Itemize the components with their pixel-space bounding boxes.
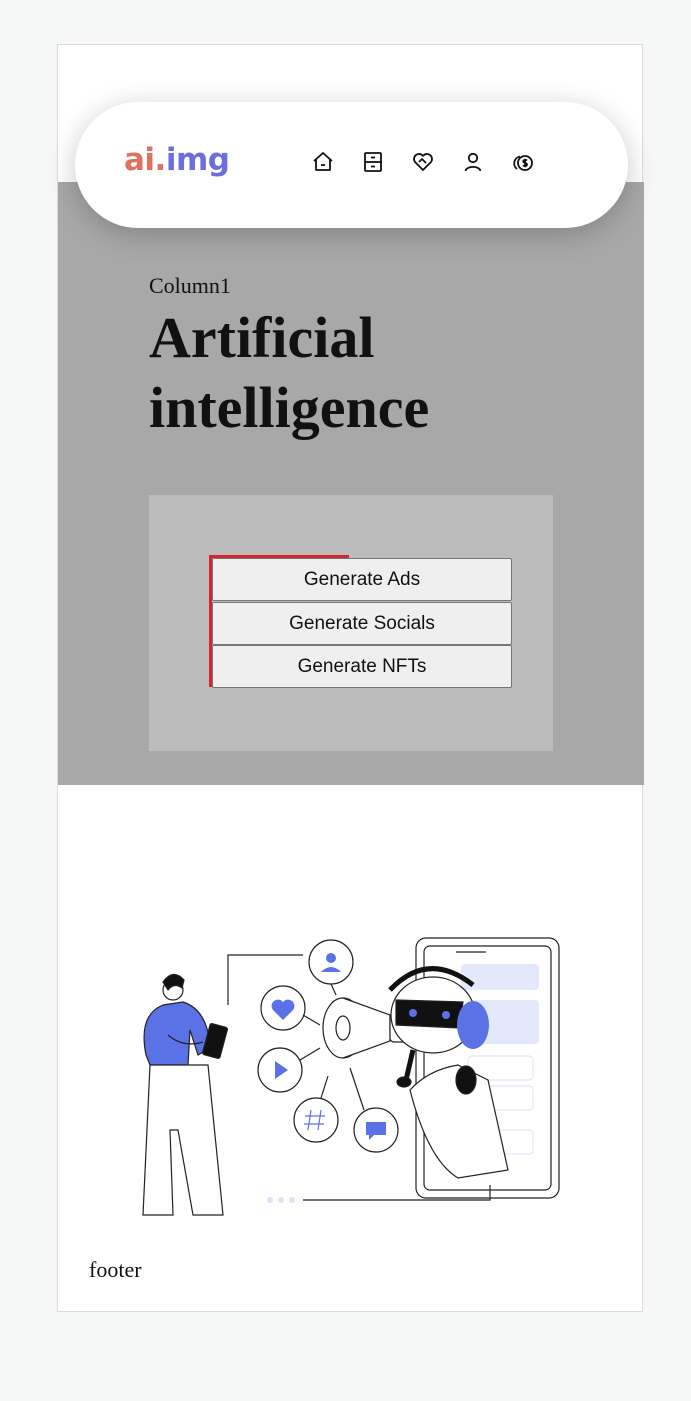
footer-text: footer <box>89 1257 142 1282</box>
generate-nfts-button[interactable]: Generate NFTs <box>212 645 512 688</box>
archive-icon[interactable] <box>361 150 385 174</box>
hero-headline: Artificial intelligence <box>149 305 430 440</box>
user-icon[interactable] <box>461 150 485 174</box>
ai-marketing-illustration <box>128 930 568 1230</box>
nav-icons <box>311 150 535 174</box>
logo[interactable]: ai.img <box>124 142 230 178</box>
action-panel: Generate Ads Generate Socials Generate N… <box>149 495 553 751</box>
logo-img-text: img <box>165 142 230 178</box>
generate-socials-button[interactable]: Generate Socials <box>212 602 512 645</box>
home-icon[interactable] <box>311 150 335 174</box>
top-navigation: ai.img <box>75 102 628 228</box>
generate-ads-button[interactable]: Generate Ads <box>212 558 512 601</box>
coins-icon[interactable] <box>511 150 535 174</box>
page-card: Column1 Artificial intelligence Generate… <box>57 44 644 1312</box>
heart-handshake-icon[interactable] <box>411 150 435 174</box>
column-label: Column1 <box>149 273 231 298</box>
logo-ai-text: ai. <box>124 142 166 178</box>
hero-section: Column1 Artificial intelligence Generate… <box>58 182 644 785</box>
